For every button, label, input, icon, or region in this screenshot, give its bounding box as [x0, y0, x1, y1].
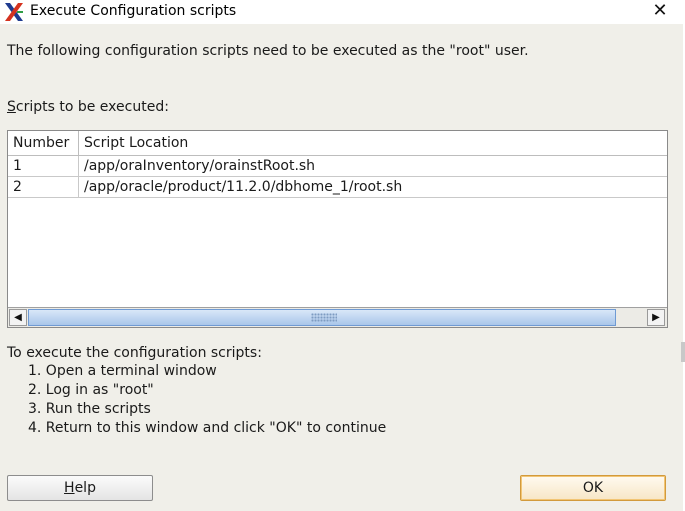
close-button[interactable]: ✕	[646, 0, 674, 22]
horizontal-scrollbar[interactable]: ◀ ▶	[8, 307, 667, 327]
table-header: Number Script Location	[8, 131, 667, 156]
config-scripts-dialog: Execute Configuration scripts ✕ The foll…	[0, 0, 685, 511]
instructions-heading: To execute the configuration scripts:	[7, 345, 262, 361]
help-label: elp	[74, 480, 96, 496]
cell-script-location: /app/oraInventory/orainstRoot.sh	[84, 158, 316, 174]
arrow-left-icon: ◀	[14, 312, 22, 323]
table-row[interactable]: 2 /app/oracle/product/11.2.0/dbhome_1/ro…	[8, 177, 667, 198]
scroll-left-button[interactable]: ◀	[9, 309, 27, 326]
instruction-step: 2. Log in as "root"	[28, 382, 154, 398]
column-header-number[interactable]: Number	[8, 131, 79, 155]
scripts-table: Number Script Location 1 /app/oraInvento…	[7, 130, 668, 328]
close-icon: ✕	[652, 0, 668, 21]
title-bar: Execute Configuration scripts ✕	[0, 0, 685, 24]
help-mnemonic: H	[64, 480, 75, 496]
scripts-label-text: cripts to be executed:	[15, 99, 169, 115]
arrow-right-icon: ▶	[652, 312, 660, 323]
column-header-script-location[interactable]: Script Location	[79, 131, 667, 155]
cell-script-location: /app/oracle/product/11.2.0/dbhome_1/root…	[84, 179, 403, 195]
instruction-step: 1. Open a terminal window	[28, 363, 217, 379]
cell-number: 1	[8, 156, 79, 176]
scroll-right-button[interactable]: ▶	[647, 309, 665, 326]
grip-icon	[311, 313, 337, 322]
ok-button[interactable]: OK	[520, 475, 666, 501]
scroll-thumb[interactable]	[28, 309, 616, 326]
scripts-label: Scripts to be executed:	[7, 98, 169, 116]
window-title: Execute Configuration scripts	[30, 3, 237, 19]
instruction-steps: 1. Open a terminal window 2. Log in as "…	[28, 362, 386, 438]
intro-text: The following configuration scripts need…	[7, 43, 529, 59]
help-button[interactable]: Help	[7, 475, 153, 501]
scripts-label-mnemonic: S	[7, 99, 16, 115]
table-row[interactable]: 1 /app/oraInventory/orainstRoot.sh	[8, 156, 667, 177]
window-edge-marker	[681, 342, 685, 362]
cell-number: 2	[8, 177, 79, 197]
instruction-step: 4. Return to this window and click "OK" …	[28, 420, 387, 436]
instruction-step: 3. Run the scripts	[28, 401, 151, 417]
oracle-x-icon	[5, 3, 23, 21]
